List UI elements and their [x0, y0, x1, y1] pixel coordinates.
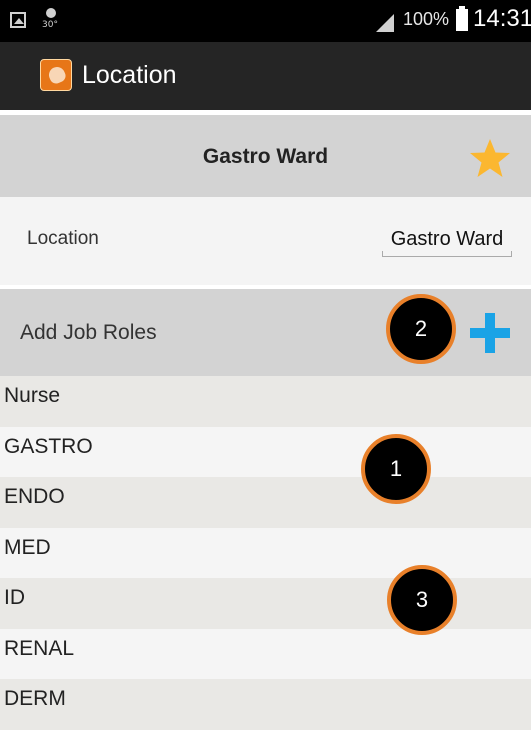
add-job-roles-label: Add Job Roles: [20, 321, 157, 344]
app-hand-icon[interactable]: [40, 59, 72, 91]
weather-temperature: 30°: [42, 20, 58, 30]
status-time: 14:31: [473, 5, 531, 32]
battery-percentage: 100%: [403, 9, 450, 29]
location-header: Gastro Ward: [0, 115, 531, 197]
list-item[interactable]: DERM: [0, 679, 531, 730]
list-item-label: ID: [4, 586, 25, 609]
star-icon[interactable]: [469, 137, 511, 179]
weather-sun-dot: [46, 8, 56, 18]
plus-icon[interactable]: [470, 313, 510, 353]
status-bar: 30° 100% 14:31: [0, 0, 531, 42]
action-bar: Location: [0, 42, 531, 110]
job-roles-list: Nurse GASTRO ENDO MED ID RENAL DERM: [0, 376, 531, 730]
list-item-label: GASTRO: [4, 434, 93, 458]
location-field[interactable]: Gastro Ward: [382, 228, 512, 257]
gallery-icon: [10, 12, 26, 28]
location-row: Location Gastro Ward: [0, 197, 531, 285]
signal-bars: [376, 14, 394, 32]
header-title: Gastro Ward: [202, 145, 329, 168]
page-title: Location: [82, 61, 177, 89]
list-item-label: MED: [4, 535, 51, 559]
annotation-marker-3: 3: [387, 565, 457, 635]
star-shape: [470, 139, 510, 177]
list-item-label: Nurse: [4, 384, 61, 407]
location-label: Location: [27, 228, 99, 249]
list-item[interactable]: GASTRO: [0, 426, 531, 477]
weather-icon: 30°: [40, 8, 64, 34]
annotation-marker-1: 1: [361, 434, 431, 504]
list-item-label: ENDO: [4, 485, 65, 508]
battery-icon: [456, 6, 468, 31]
list-item[interactable]: RENAL: [0, 628, 531, 679]
annotation-marker-2: 2: [386, 294, 456, 364]
list-item-label: RENAL: [4, 636, 75, 660]
list-item[interactable]: MED: [0, 527, 531, 578]
list-item[interactable]: Nurse: [0, 376, 531, 427]
list-item[interactable]: ENDO: [0, 477, 531, 528]
signal-icon: [374, 12, 394, 32]
list-item-label: DERM: [4, 687, 66, 710]
